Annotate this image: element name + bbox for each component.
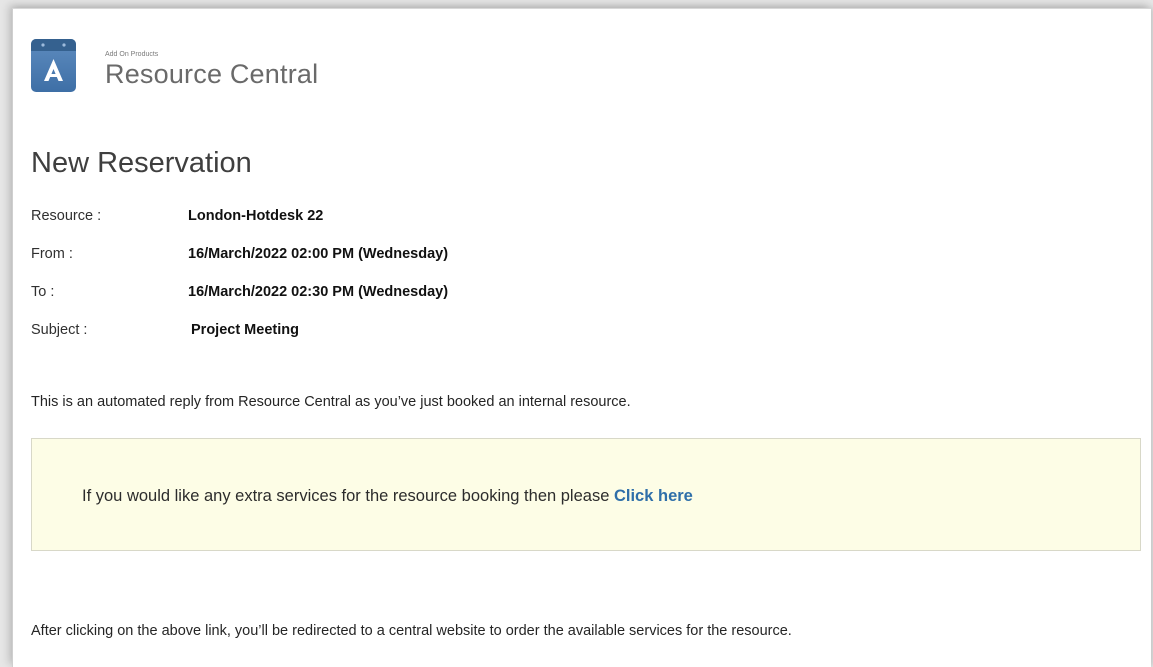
click-here-link[interactable]: Click here: [614, 487, 693, 505]
detail-label: From :: [31, 246, 73, 262]
detail-label: Subject :: [31, 322, 88, 338]
detail-value-subject: Project Meeting: [191, 322, 299, 338]
detail-value-from: 16/March/2022 02:00 PM (Wednesday): [188, 246, 449, 262]
callout-text: If you would like any extra services for…: [82, 487, 614, 505]
intro-text: This is an automated reply from Resource…: [31, 394, 631, 410]
detail-label: To :: [31, 284, 55, 300]
extra-services-callout: If you would like any extra services for…: [31, 438, 1141, 551]
detail-value-resource: London-Hotdesk 22: [188, 208, 324, 224]
footer-text: After clicking on the above link, you’ll…: [31, 623, 792, 639]
detail-label: Resource :: [31, 208, 102, 224]
resource-central-logo-icon: [31, 39, 76, 92]
callout-message: If you would like any extra services for…: [82, 487, 693, 506]
email-body: Add On Products Resource Central New Res…: [12, 8, 1151, 667]
brand-name: Resource Central: [105, 59, 319, 89]
page-title: New Reservation: [31, 147, 252, 179]
brand-tagline: Add On Products: [105, 51, 159, 58]
detail-value-to: 16/March/2022 02:30 PM (Wednesday): [188, 284, 449, 300]
